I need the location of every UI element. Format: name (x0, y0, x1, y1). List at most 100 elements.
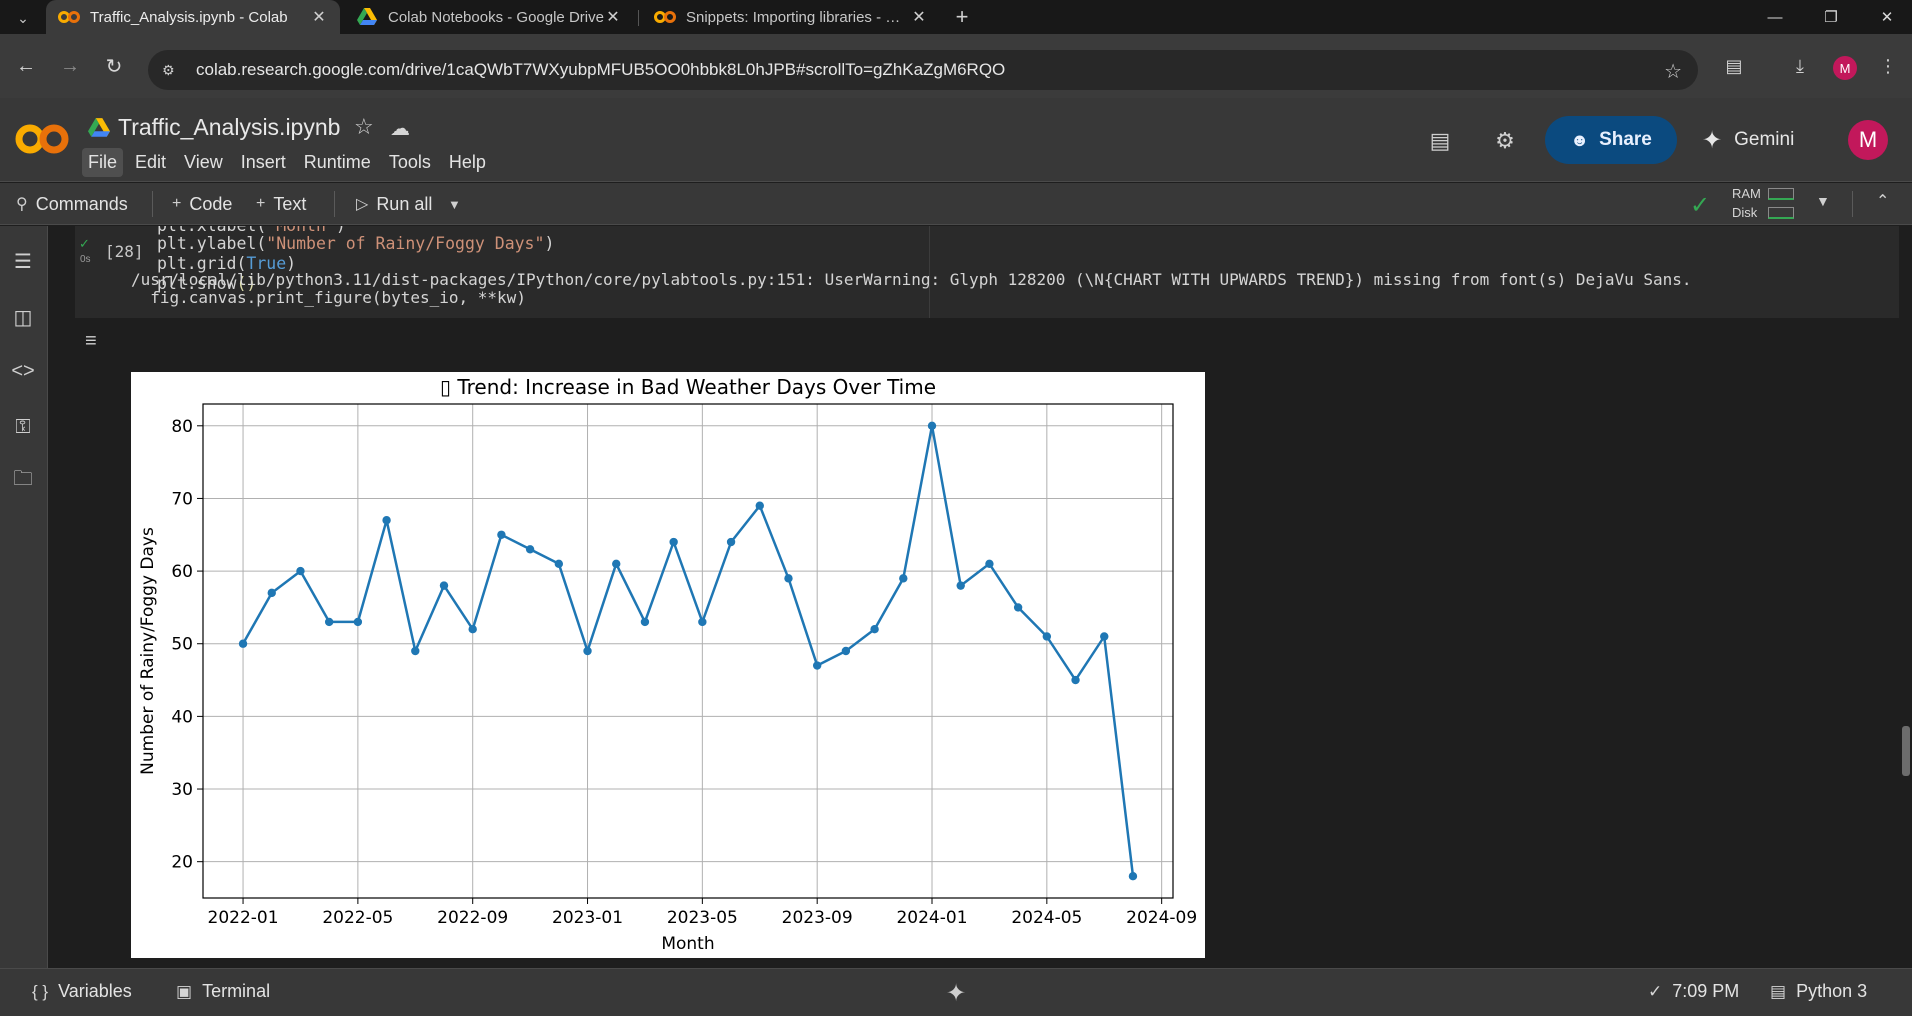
resources-dropdown-icon[interactable]: ▼ (1816, 193, 1830, 209)
data-point (1071, 675, 1080, 685)
cell-success-check-icon[interactable]: ✓ (79, 236, 90, 252)
menu-bar: File Edit View Insert Runtime Tools Help (82, 148, 498, 177)
menu-runtime[interactable]: Runtime (298, 148, 377, 177)
play-icon: ▷ (356, 196, 369, 213)
data-point (1100, 632, 1109, 641)
menu-tools[interactable]: Tools (383, 148, 437, 177)
tab-snippets[interactable]: Snippets: Importing libraries - Colab ✕ (642, 0, 940, 34)
settings-gear-icon[interactable]: ⚙ (1488, 124, 1522, 158)
data-point (296, 566, 305, 576)
browser-menu-icon[interactable]: ⋮ (1874, 52, 1902, 80)
data-point (698, 617, 707, 627)
address-bar[interactable]: ⚙ colab.research.google.com/drive/1caQWb… (148, 50, 1698, 90)
commands-button[interactable]: ⚲ Commands (16, 191, 128, 217)
execution-status[interactable]: ✓ 7:09 PM (1648, 981, 1739, 1002)
run-all-dropdown-icon[interactable]: ▼ (448, 191, 461, 217)
add-text-button[interactable]: + Text (256, 191, 306, 217)
close-window-icon[interactable]: ✕ (1864, 0, 1910, 34)
table-of-contents-icon[interactable]: ☰ (8, 246, 38, 276)
google-drive-icon[interactable] (88, 118, 110, 138)
warning-line: fig.canvas.print_figure(bytes_io, **kw) (131, 288, 526, 307)
y-tick-label: 70 (171, 489, 193, 509)
user-avatar[interactable]: M (1848, 120, 1888, 160)
series-line (241, 424, 1135, 877)
code-line[interactable]: plt.ylabel("Number of Rainy/Foggy Days") (157, 234, 554, 253)
disk-usage-bar[interactable] (1768, 207, 1794, 219)
variables-button[interactable]: { } Variables (32, 981, 132, 1002)
data-point (267, 588, 276, 598)
restore-icon[interactable]: ❐ (1808, 0, 1854, 34)
share-button[interactable]: ☻ Share (1545, 116, 1677, 164)
data-point (1042, 632, 1052, 641)
data-point (554, 559, 564, 569)
gemini-button[interactable]: ✦ Gemini (1702, 116, 1794, 164)
tab-traffic-analysis[interactable]: Traffic_Analysis.ipynb - Colab ✕ (46, 0, 340, 34)
back-icon[interactable]: ← (12, 52, 40, 80)
data-point (669, 537, 678, 547)
new-tab-button[interactable]: + (948, 3, 976, 31)
gemini-sparkle-icon: ✦ (1702, 126, 1723, 154)
line-chart: ▯ Trend: Increase in Bad Weather Days Ov… (138, 375, 1197, 954)
star-icon[interactable]: ☆ (354, 114, 374, 140)
close-tab-icon[interactable]: ✕ (910, 7, 928, 27)
data-point (870, 625, 879, 634)
data-point (612, 559, 621, 569)
add-code-button[interactable]: + Code (172, 191, 232, 217)
browser-toolbar: ← → ↻ ⚙ colab.research.google.com/drive/… (0, 34, 1912, 98)
menu-file[interactable]: File (82, 148, 124, 177)
string-token: "Number of Rainy/Foggy Days" (266, 234, 545, 253)
colab-logo-icon[interactable] (14, 122, 70, 156)
data-point (927, 421, 937, 430)
menu-view[interactable]: View (178, 148, 229, 177)
scrollbar-thumb[interactable] (1902, 726, 1910, 776)
code-label: Code (189, 193, 233, 214)
data-point (640, 617, 650, 627)
toolbar-divider (1852, 191, 1853, 217)
tab-colab-notebooks[interactable]: Colab Notebooks - Google Drive ✕ (344, 0, 634, 34)
x-tick-label: 2023-09 (782, 908, 853, 928)
data-point (497, 530, 506, 539)
data-point (382, 516, 391, 525)
status-bar: { } Variables ▣ Terminal ✦ ✓ 7:09 PM ▤ P… (0, 968, 1912, 1016)
connected-check-icon[interactable]: ✓ (1690, 191, 1710, 220)
x-tick-label: 2022-09 (437, 908, 508, 928)
collapse-header-icon[interactable]: ⌃ (1876, 191, 1889, 211)
x-tick-label: 2024-09 (1126, 908, 1197, 928)
tab-search-chevron-icon[interactable]: ⌄ (10, 5, 36, 31)
search-icon: ⚲ (16, 196, 28, 213)
x-tick-label: 2023-05 (667, 908, 738, 928)
reload-icon[interactable]: ↻ (100, 52, 128, 80)
colab-icon (58, 10, 80, 24)
close-tab-icon[interactable]: ✕ (310, 7, 328, 27)
cloud-saved-icon[interactable]: ☁ (390, 116, 410, 141)
terminal-icon: ▣ (176, 981, 193, 1001)
runtime-type-button[interactable]: ▤ Python 3 (1770, 981, 1867, 1002)
ram-usage-bar[interactable] (1768, 188, 1794, 200)
runtime-label: Python 3 (1796, 981, 1868, 1001)
data-point (985, 559, 994, 569)
output-actions-icon[interactable]: ≡ (85, 330, 97, 353)
minimize-icon[interactable]: — (1752, 0, 1798, 34)
run-all-button[interactable]: ▷ Run all (356, 191, 432, 217)
people-icon: ☻ (1570, 129, 1590, 150)
download-icon[interactable]: ⤓ (1786, 52, 1814, 80)
secrets-key-icon[interactable]: ⚿ (8, 412, 38, 442)
bookmark-star-icon[interactable]: ☆ (1664, 59, 1682, 84)
extensions-icon[interactable]: ▤ (1720, 52, 1748, 80)
find-replace-icon[interactable]: ◫ (8, 302, 38, 332)
menu-help[interactable]: Help (443, 148, 492, 177)
menu-insert[interactable]: Insert (235, 148, 292, 177)
profile-avatar[interactable]: M (1833, 56, 1857, 80)
terminal-button[interactable]: ▣ Terminal (176, 981, 270, 1002)
url-text[interactable]: colab.research.google.com/drive/1caQWbT7… (196, 60, 1005, 80)
menu-edit[interactable]: Edit (129, 148, 172, 177)
site-settings-icon[interactable]: ⚙ (162, 62, 186, 79)
files-folder-icon[interactable]: 🗀 (8, 466, 38, 496)
notebook-title[interactable]: Traffic_Analysis.ipynb (118, 114, 340, 141)
close-tab-icon[interactable]: ✕ (604, 7, 622, 27)
forward-icon[interactable]: → (56, 52, 84, 80)
gemini-sparkle-icon[interactable]: ✦ (946, 979, 966, 1008)
code-snippets-icon[interactable]: <> (8, 356, 38, 386)
comments-icon[interactable]: ▤ (1423, 124, 1457, 158)
side-rail: ☰ ◫ <> ⚿ 🗀 (0, 226, 48, 968)
